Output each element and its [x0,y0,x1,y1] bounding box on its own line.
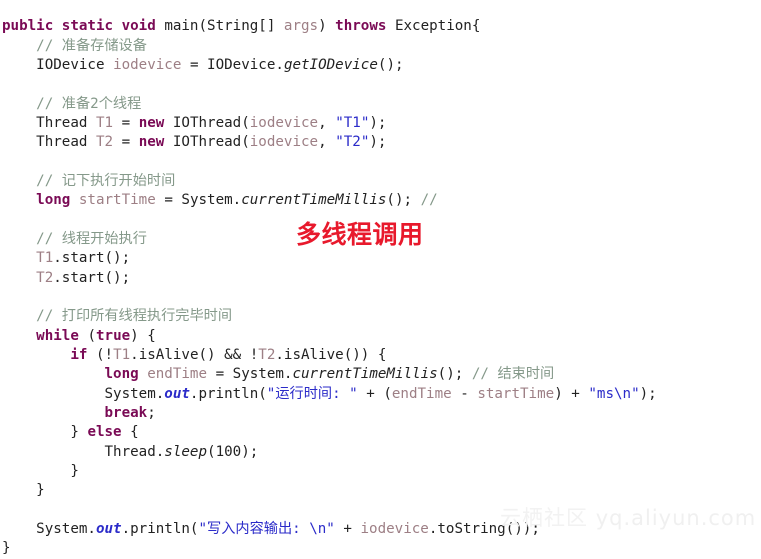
code-line: IODevice iodevice = IODevice.getIODevice… [36,56,404,73]
code-editor-content[interactable]: public static void main(String[] args) t… [0,14,657,559]
code-screenshot: public static void main(String[] args) t… [0,0,761,556]
code-line: T1.start(); [36,250,131,267]
code-line: long endTime = System.currentTimeMillis(… [104,366,555,383]
code-line: public static void main(String[] args) t… [2,18,481,35]
code-line: if (!T1.isAlive() && !T2.isAlive()) { [70,347,387,364]
code-line: T2.start(); [36,269,131,286]
watermark: 云栖社区 yq.aliyun.com [500,508,756,529]
code-line: // 准备存储设备 [36,37,147,54]
code-line: // 打印所有线程执行完毕时间 [36,308,233,325]
code-line: } [70,463,79,480]
code-line: // 准备2个线程 [36,95,142,112]
watermark-url-text: yq.aliyun.com [595,506,757,530]
code-line: } else { [70,424,139,441]
code-line: System.out.println("运行时间: " + (endTime -… [104,385,657,402]
annotation-label-multithread-call: 多线程调用 [296,220,424,249]
code-line: // 记下执行开始时间 [36,172,176,189]
code-line: } [36,482,45,499]
code-line: Thread T1 = new IOThread(iodevice, "T1")… [36,114,387,131]
code-line: Thread T2 = new IOThread(iodevice, "T2")… [36,134,387,151]
code-line: Thread.sleep(100); [104,443,259,460]
code-line: while (true) { [36,327,156,344]
code-line: } [2,540,11,557]
code-line: break; [104,405,156,422]
code-line: long startTime = System.currentTimeMilli… [36,192,438,209]
watermark-cn-text: 云栖社区 [500,506,588,530]
